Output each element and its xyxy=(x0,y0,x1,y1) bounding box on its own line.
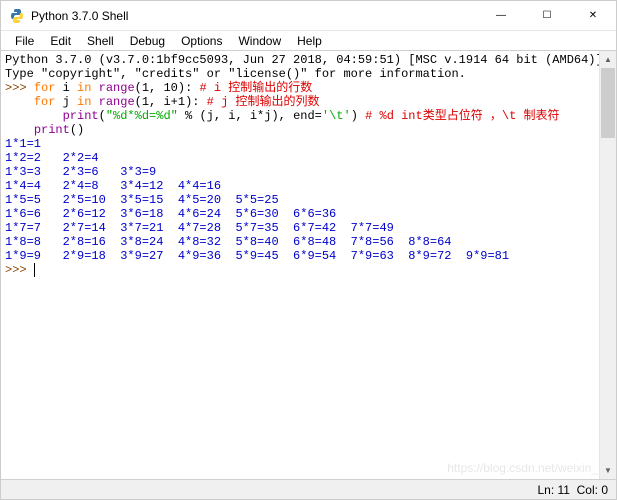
title-bar: Python 3.7.0 Shell — ☐ ✕ xyxy=(1,1,616,31)
title-left: Python 3.7.0 Shell xyxy=(9,8,128,24)
menu-edit[interactable]: Edit xyxy=(42,34,79,48)
scrollbar-thumb[interactable] xyxy=(601,68,615,138)
status-bar: Ln: 11 Col: 0 xyxy=(1,479,616,499)
scroll-down-arrow[interactable]: ▼ xyxy=(600,462,616,479)
status-line: Ln: 11 xyxy=(537,483,569,497)
window-title: Python 3.7.0 Shell xyxy=(31,9,128,23)
close-button[interactable]: ✕ xyxy=(570,1,616,31)
minimize-button[interactable]: — xyxy=(478,1,524,31)
maximize-button[interactable]: ☐ xyxy=(524,1,570,31)
status-col: Col: 0 xyxy=(577,483,608,497)
menu-file[interactable]: File xyxy=(7,34,42,48)
scroll-up-arrow[interactable]: ▲ xyxy=(600,51,616,68)
python-icon xyxy=(9,8,25,24)
window-controls: — ☐ ✕ xyxy=(478,1,616,31)
menu-debug[interactable]: Debug xyxy=(122,34,173,48)
menu-window[interactable]: Window xyxy=(230,34,289,48)
menu-shell[interactable]: Shell xyxy=(79,34,122,48)
menu-bar: File Edit Shell Debug Options Window Hel… xyxy=(1,31,616,51)
shell-editor[interactable]: Python 3.7.0 (v3.7.0:1bf9cc5093, Jun 27 … xyxy=(1,51,616,481)
menu-options[interactable]: Options xyxy=(173,34,230,48)
vertical-scrollbar[interactable]: ▲ ▼ xyxy=(599,51,616,479)
menu-help[interactable]: Help xyxy=(289,34,330,48)
